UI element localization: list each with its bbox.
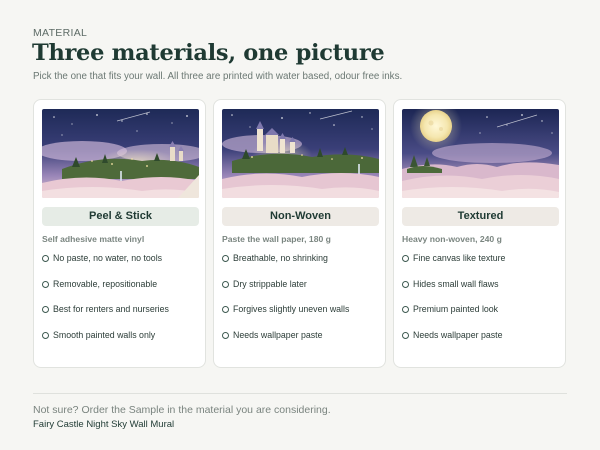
feature-text: Needs wallpaper paste xyxy=(233,329,323,340)
bullet-icon xyxy=(222,331,229,339)
mural-preview-image xyxy=(42,109,199,198)
feature-text: Removable, repositionable xyxy=(53,278,158,289)
feature-list: Breathable, no shrinking Dry strippable … xyxy=(222,253,349,355)
bullet-icon xyxy=(222,306,229,314)
material-card-peel-stick[interactable]: Peel & Stick Self adhesive matte vinyl N… xyxy=(33,99,206,368)
page-subtitle: Pick the one that fits your wall. All th… xyxy=(33,71,403,82)
section-eyebrow: MATERIAL xyxy=(33,27,88,39)
material-spec: Heavy non-woven, 240 g xyxy=(402,234,502,244)
bullet-icon xyxy=(42,306,49,314)
material-card-textured[interactable]: Textured Heavy non-woven, 240 g Fine can… xyxy=(393,99,566,368)
bullet-icon xyxy=(402,255,409,263)
feature-item: Breathable, no shrinking xyxy=(222,253,349,279)
feature-text: Forgives slightly uneven walls xyxy=(233,304,350,314)
feature-text: Fine canvas like texture xyxy=(413,253,506,263)
feature-item: Needs wallpaper paste xyxy=(222,330,349,356)
mural-preview-image xyxy=(222,109,379,198)
bullet-icon xyxy=(42,331,49,339)
material-name-badge: Non-Woven xyxy=(222,207,379,226)
feature-text: Hides small wall flaws xyxy=(413,278,499,289)
feature-text: No paste, no water, no tools xyxy=(53,253,163,263)
material-card-non-woven[interactable]: Non-Woven Paste the wall paper, 180 g Br… xyxy=(213,99,386,368)
page-title: Three materials, one picture xyxy=(32,40,385,66)
bullet-icon xyxy=(222,280,229,288)
feature-item: Premium painted look xyxy=(402,304,505,330)
feature-text: Needs wallpaper paste xyxy=(413,329,503,340)
bullet-icon xyxy=(402,331,409,339)
mural-preview-image xyxy=(402,109,559,198)
sample-note: Not sure? Order the Sample in the materi… xyxy=(33,404,331,416)
feature-text: Smooth painted walls only xyxy=(53,329,156,340)
material-name-badge: Peel & Stick xyxy=(42,207,199,226)
bullet-icon xyxy=(42,280,49,288)
feature-item: Forgives slightly uneven walls xyxy=(222,304,349,330)
footer-divider xyxy=(33,393,567,394)
feature-item: Smooth painted walls only xyxy=(42,330,169,356)
feature-item: Hides small wall flaws xyxy=(402,279,505,305)
feature-item: Best for renters and nurseries xyxy=(42,304,169,330)
bullet-icon xyxy=(42,255,49,263)
bullet-icon xyxy=(402,306,409,314)
bullet-icon xyxy=(402,280,409,288)
feature-list: No paste, no water, no tools Removable, … xyxy=(42,253,169,355)
feature-text: Breathable, no shrinking xyxy=(233,253,328,263)
feature-list: Fine canvas like texture Hides small wal… xyxy=(402,253,505,355)
material-spec: Paste the wall paper, 180 g xyxy=(222,234,331,244)
feature-item: Removable, repositionable xyxy=(42,279,169,305)
bullet-icon xyxy=(222,255,229,263)
feature-text: Premium painted look xyxy=(413,304,499,314)
feature-text: Best for renters and nurseries xyxy=(53,304,169,314)
feature-item: No paste, no water, no tools xyxy=(42,253,169,279)
material-spec: Self adhesive matte vinyl xyxy=(42,234,145,244)
product-name: Fairy Castle Night Sky Wall Mural xyxy=(33,419,175,430)
feature-text: Dry strippable later xyxy=(233,278,307,289)
feature-item: Needs wallpaper paste xyxy=(402,330,505,356)
feature-item: Dry strippable later xyxy=(222,279,349,305)
feature-item: Fine canvas like texture xyxy=(402,253,505,279)
material-name-badge: Textured xyxy=(402,207,559,226)
